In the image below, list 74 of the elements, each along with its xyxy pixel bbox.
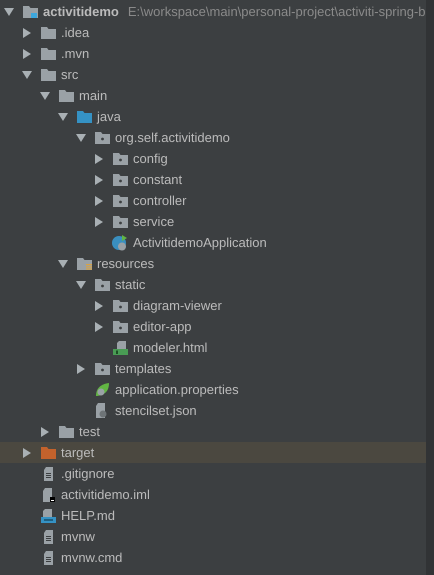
- package-icon: [112, 173, 128, 186]
- folder-icon: [40, 26, 56, 39]
- item-label: mvnw.cmd: [61, 548, 122, 567]
- item-label: ActivitidemoApplication: [133, 234, 267, 252]
- collapse-arrow-icon[interactable]: [76, 132, 86, 142]
- item-label: resources: [97, 254, 154, 273]
- package-icon: [112, 152, 128, 165]
- expand-arrow-icon[interactable]: [94, 216, 104, 226]
- item-label: stencilset.json: [115, 402, 197, 420]
- collapse-arrow-icon[interactable]: [4, 6, 14, 16]
- package-icon: [112, 299, 128, 312]
- file-icon: [42, 550, 54, 564]
- expand-arrow-icon[interactable]: [94, 322, 104, 332]
- folder-icon: [40, 68, 56, 81]
- item-label: service: [133, 212, 174, 231]
- item-label: config: [133, 150, 168, 168]
- package-icon: [94, 131, 110, 144]
- item-label: activitidemo.iml: [61, 486, 150, 504]
- item-label: mvnw: [61, 528, 95, 546]
- file-icon: [95, 403, 109, 418]
- folder-icon: [22, 5, 38, 18]
- folder-icon: [40, 47, 56, 60]
- markdown-file-icon: [40, 508, 56, 522]
- expand-arrow-icon[interactable]: [94, 174, 104, 184]
- package-icon: [112, 320, 128, 333]
- collapse-arrow-icon[interactable]: [58, 112, 68, 122]
- expand-arrow-icon[interactable]: [76, 364, 86, 374]
- collapse-arrow-icon[interactable]: [40, 90, 50, 100]
- expand-arrow-icon[interactable]: [22, 448, 32, 458]
- item-label: static: [115, 276, 146, 294]
- folder-icon: [58, 89, 74, 102]
- item-label: java: [97, 108, 121, 126]
- item-label: .idea: [61, 24, 90, 42]
- expand-arrow-icon[interactable]: [22, 48, 32, 58]
- item-label: src: [61, 66, 78, 84]
- expand-arrow-icon[interactable]: [40, 426, 50, 436]
- file-icon: [42, 466, 54, 480]
- item-label: constant: [133, 170, 182, 189]
- class-icon: [112, 234, 128, 250]
- tree-row[interactable]: target: [0, 442, 426, 463]
- item-label: activitidemo: [43, 2, 119, 21]
- expand-arrow-icon[interactable]: [94, 196, 104, 206]
- project-path: E:\workspace\main\personal-project\activiti-spring-b: [128, 2, 426, 21]
- collapse-arrow-icon[interactable]: [22, 70, 32, 80]
- folder-icon: [76, 257, 92, 270]
- item-label: target: [61, 444, 94, 462]
- item-label: templates: [115, 360, 172, 378]
- file-icon: [42, 530, 54, 544]
- item-label: diagram-viewer: [133, 296, 222, 315]
- package-icon: [94, 278, 110, 291]
- package-icon: [112, 194, 128, 207]
- item-label: editor-app: [133, 318, 192, 336]
- leaf-icon: [94, 382, 110, 397]
- file-icon: [42, 488, 54, 502]
- item-label: HELP.md: [61, 506, 115, 525]
- folder-icon: [40, 446, 56, 459]
- collapse-arrow-icon[interactable]: [58, 258, 68, 268]
- package-icon: [94, 362, 110, 375]
- html-file-icon: [112, 340, 128, 354]
- item-label: controller: [133, 192, 186, 210]
- item-label: org.self.activitidemo: [115, 128, 230, 147]
- item-label: .gitignore: [61, 464, 114, 483]
- expand-arrow-icon[interactable]: [94, 300, 104, 310]
- item-label: modeler.html: [133, 338, 208, 357]
- collapse-arrow-icon[interactable]: [76, 280, 86, 290]
- expand-arrow-icon[interactable]: [22, 28, 32, 38]
- folder-icon: [58, 425, 74, 438]
- item-label: .mvn: [61, 44, 90, 63]
- folder-icon: [76, 110, 92, 123]
- item-label: main: [79, 86, 108, 105]
- expand-arrow-icon[interactable]: [94, 154, 104, 164]
- item-label: test: [79, 422, 100, 441]
- package-icon: [112, 215, 128, 228]
- item-label: application.properties: [115, 380, 239, 399]
